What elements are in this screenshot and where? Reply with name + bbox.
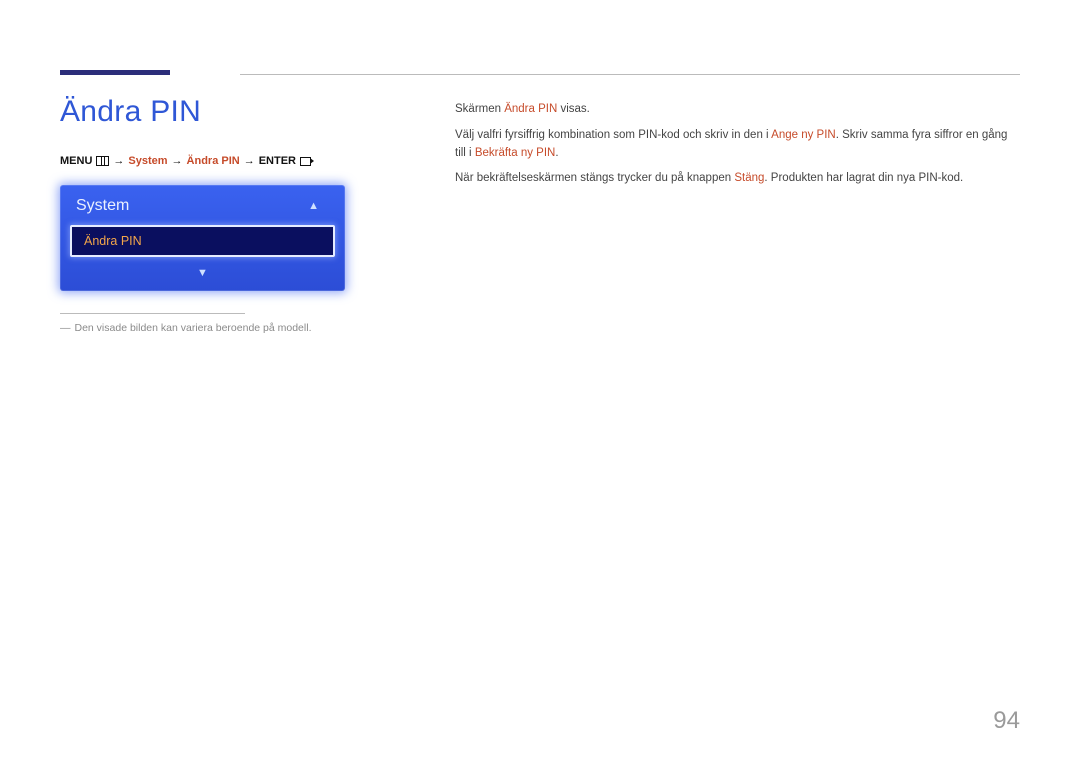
arrow-icon: →: [113, 155, 124, 167]
footnote-divider: [60, 313, 245, 314]
arrow-icon: →: [172, 155, 183, 167]
right-column: Skärmen Ändra PIN visas. Välj valfri fyr…: [455, 101, 1020, 196]
page-number: 94: [993, 707, 1020, 735]
breadcrumb-system: System: [128, 155, 167, 167]
top-rule-accent: [60, 70, 170, 75]
highlight-stang: Stäng: [734, 172, 764, 184]
chevron-up-icon: ▲: [308, 200, 319, 212]
footnote-dash: ―: [60, 322, 71, 334]
manual-page: Ändra PIN MENU → System → Ändra PIN → EN…: [0, 0, 1080, 763]
osd-title: System: [76, 197, 129, 215]
body-para-2: Välj valfri fyrsiffrig kombination som P…: [455, 127, 1020, 163]
osd-header: System ▲: [60, 195, 345, 225]
osd-selected-item[interactable]: Ändra PIN: [70, 225, 335, 257]
left-column: Ändra PIN MENU → System → Ändra PIN → EN…: [60, 95, 420, 334]
footnote: ― Den visade bilden kan variera beroende …: [60, 322, 420, 334]
body-para-3: När bekräftelseskärmen stängs trycker du…: [455, 170, 1020, 188]
breadcrumb-andra-pin: Ändra PIN: [187, 155, 240, 167]
osd-panel: System ▲ Ändra PIN ▼: [60, 185, 345, 291]
highlight-andra-pin: Ändra PIN: [504, 103, 557, 115]
highlight-ange-ny-pin: Ange ny PIN: [771, 129, 836, 141]
highlight-bekrafta-ny-pin: Bekräfta ny PIN: [475, 147, 556, 159]
top-rule-divider: [240, 74, 1020, 75]
enter-icon: [300, 157, 314, 166]
breadcrumb: MENU → System → Ändra PIN → ENTER: [60, 155, 420, 167]
breadcrumb-menu-label: MENU: [60, 155, 92, 167]
breadcrumb-enter-label: ENTER: [259, 155, 296, 167]
arrow-icon: →: [244, 155, 255, 167]
menu-icon: [96, 156, 109, 166]
chevron-down-icon: ▼: [197, 267, 208, 279]
footnote-text: Den visade bilden kan variera beroende p…: [75, 322, 312, 334]
osd-footer: ▼: [60, 257, 345, 279]
body-para-1: Skärmen Ändra PIN visas.: [455, 101, 1020, 119]
osd-item-label: Ändra PIN: [84, 234, 142, 248]
page-title: Ändra PIN: [60, 95, 420, 129]
